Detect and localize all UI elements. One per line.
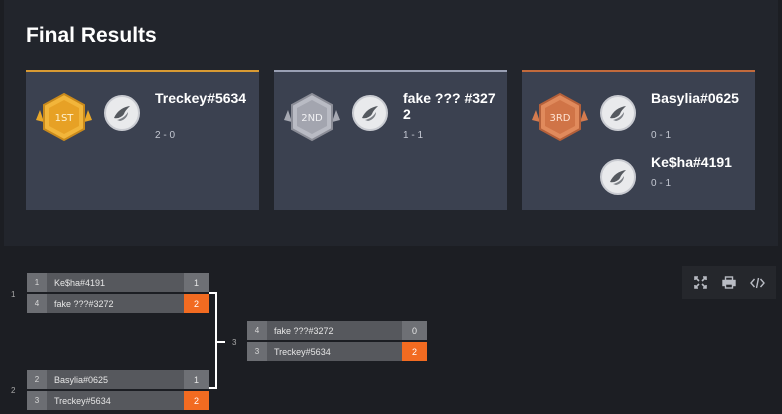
podium-player: Treckey#5634 2 - 0 [104, 90, 254, 142]
team-name: Treckey#5634 [274, 346, 331, 357]
score: 2 [184, 391, 209, 410]
match-slot[interactable]: 4 fake ???#3272 2 [27, 294, 209, 313]
team-name: Treckey#5634 [54, 395, 111, 406]
score: 1 [184, 273, 209, 292]
bracket-match[interactable]: 2 Basylia#0625 1 3 Treckey#5634 2 [27, 370, 209, 412]
seed-number: 1 [27, 273, 47, 292]
final-results-panel: Final Results 1ST Treckey#5634 2 - 0 2ND… [4, 0, 778, 246]
second-place-card: 2ND fake ??? #3272 1 - 1 [274, 70, 507, 210]
code-icon[interactable] [750, 275, 766, 291]
score: 2 [184, 294, 209, 313]
player-record: 0 - 1 [651, 130, 672, 141]
player-name: Basylia#0625 [651, 90, 739, 106]
wing-logo-icon [114, 106, 130, 121]
match-slot[interactable]: 2 Basylia#0625 1 [27, 370, 209, 389]
bronze-medal-icon: 3RD [532, 92, 588, 142]
team-name: fake ???#3272 [54, 298, 114, 309]
player-name: Ke$ha#4191 [651, 154, 732, 170]
bracket-match[interactable]: 1 Ke$ha#4191 1 4 fake ???#3272 2 [27, 273, 209, 315]
score: 2 [402, 342, 427, 361]
match-number: 3 [232, 338, 237, 347]
match-slot[interactable]: 3 Treckey#5634 2 [27, 391, 209, 410]
medal-label: 2ND [301, 113, 323, 124]
podium-player: Basylia#0625 0 - 1 [600, 90, 750, 142]
match-slot[interactable]: 3 Treckey#5634 2 [247, 342, 427, 361]
medal-label: 3RD [549, 113, 570, 124]
seed-number: 4 [247, 321, 267, 340]
wing-logo-icon [362, 106, 378, 121]
seed-number: 3 [27, 391, 47, 410]
seed-number: 3 [247, 342, 267, 361]
team-name: Ke$ha#4191 [54, 277, 106, 288]
match-slot[interactable]: 1 Ke$ha#4191 1 [27, 273, 209, 292]
seed-number: 4 [27, 294, 47, 313]
avatar [600, 159, 636, 195]
score: 1 [184, 370, 209, 389]
score: 0 [402, 321, 427, 340]
bracket-match[interactable]: 4 fake ???#3272 0 3 Treckey#5634 2 [247, 321, 427, 363]
podium-player: fake ??? #3272 1 - 1 [352, 90, 502, 142]
match-number: 1 [11, 290, 16, 299]
team-name: fake ???#3272 [274, 325, 334, 336]
third-place-card: 3RD Basylia#0625 0 - 1 Ke$ha#4191 0 - 1 [522, 70, 755, 210]
player-name: Treckey#5634 [155, 90, 247, 106]
gold-medal-icon: 1ST [36, 92, 92, 142]
bracket-connector [217, 341, 225, 343]
silver-medal-icon: 2ND [284, 92, 340, 142]
avatar [104, 95, 140, 131]
first-place-card: 1ST Treckey#5634 2 - 0 [26, 70, 259, 210]
avatar [600, 95, 636, 131]
podium-player: Ke$ha#4191 0 - 1 [600, 154, 750, 206]
print-icon[interactable] [721, 275, 737, 291]
bracket-toolbar [682, 266, 776, 299]
player-record: 0 - 1 [651, 178, 672, 189]
match-slot[interactable]: 4 fake ???#3272 0 [247, 321, 427, 340]
player-record: 2 - 0 [155, 130, 176, 141]
page-title: Final Results [26, 24, 157, 47]
player-record: 1 - 1 [403, 130, 424, 141]
player-name: fake ??? #3272 [403, 90, 496, 122]
avatar [352, 95, 388, 131]
match-number: 2 [11, 386, 16, 395]
wing-logo-icon [610, 106, 626, 121]
expand-icon[interactable] [692, 275, 708, 291]
wing-logo-icon [610, 170, 626, 185]
team-name: Basylia#0625 [54, 374, 109, 385]
seed-number: 2 [27, 370, 47, 389]
medal-label: 1ST [55, 113, 75, 124]
